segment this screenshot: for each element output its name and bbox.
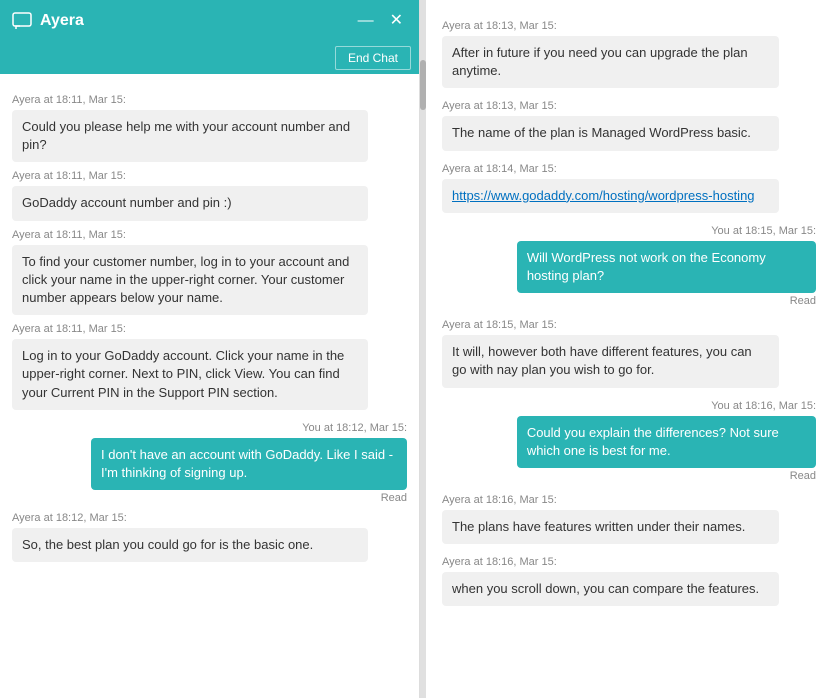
end-chat-button[interactable]: End Chat: [335, 46, 411, 70]
agent-message: The plans have features written under th…: [442, 510, 779, 544]
agent-message: It will, however both have different fea…: [442, 335, 779, 387]
user-message: Will WordPress not work on the Economy h…: [517, 241, 816, 293]
close-button[interactable]: ✕: [386, 11, 407, 31]
godaddy-link[interactable]: https://www.godaddy.com/hosting/wordpres…: [452, 188, 755, 203]
read-label: Read: [790, 470, 816, 482]
user-timestamp: You at 18:15, Mar 15:: [711, 225, 816, 237]
left-messages-area[interactable]: Ayera at 18:11, Mar 15: Could you please…: [0, 74, 419, 698]
chat-icon: [12, 12, 32, 30]
user-message-wrapper: You at 18:12, Mar 15: I don't have an ac…: [12, 414, 407, 504]
minimize-button[interactable]: —: [354, 11, 378, 31]
agent-message: To find your customer number, log in to …: [12, 245, 368, 316]
header-actions: — ✕: [354, 11, 407, 31]
chat-title: Ayera: [40, 12, 84, 30]
timestamp: Ayera at 18:16, Mar 15:: [442, 494, 816, 506]
user-message: Could you explain the differences? Not s…: [517, 416, 816, 468]
agent-message: So, the best plan you could go for is th…: [12, 528, 368, 562]
chat-header: Ayera — ✕: [0, 0, 419, 42]
timestamp: Ayera at 18:15, Mar 15:: [442, 319, 816, 331]
read-label: Read: [790, 295, 816, 307]
agent-message: GoDaddy account number and pin :): [12, 186, 368, 220]
timestamp: Ayera at 18:11, Mar 15:: [12, 94, 407, 106]
agent-message: Could you please help me with your accou…: [12, 110, 368, 162]
top-bar: End Chat: [0, 42, 419, 74]
timestamp: Ayera at 18:11, Mar 15:: [12, 229, 407, 241]
read-label: Read: [381, 492, 407, 504]
agent-message: Log in to your GoDaddy account. Click yo…: [12, 339, 368, 410]
user-timestamp: You at 18:12, Mar 15:: [302, 422, 407, 434]
user-message-wrapper: You at 18:16, Mar 15: Could you explain …: [442, 392, 816, 482]
agent-message-link: https://www.godaddy.com/hosting/wordpres…: [442, 179, 779, 213]
right-chat-panel[interactable]: Ayera at 18:13, Mar 15: After in future …: [426, 0, 832, 698]
user-timestamp: You at 18:16, Mar 15:: [711, 400, 816, 412]
timestamp: Ayera at 18:16, Mar 15:: [442, 556, 816, 568]
timestamp: Ayera at 18:11, Mar 15:: [12, 323, 407, 335]
agent-message: when you scroll down, you can compare th…: [442, 572, 779, 606]
user-message: I don't have an account with GoDaddy. Li…: [91, 438, 407, 490]
timestamp: Ayera at 18:11, Mar 15:: [12, 170, 407, 182]
agent-message: The name of the plan is Managed WordPres…: [442, 116, 779, 150]
timestamp: Ayera at 18:13, Mar 15:: [442, 100, 816, 112]
timestamp: Ayera at 18:12, Mar 15:: [12, 512, 407, 524]
timestamp: Ayera at 18:13, Mar 15:: [442, 20, 816, 32]
left-chat-panel: Ayera — ✕ End Chat Ayera at 18:11, Mar 1…: [0, 0, 420, 698]
user-message-wrapper: You at 18:15, Mar 15: Will WordPress not…: [442, 217, 816, 307]
agent-message: After in future if you need you can upgr…: [442, 36, 779, 88]
header-left: Ayera: [12, 12, 84, 30]
timestamp: Ayera at 18:14, Mar 15:: [442, 163, 816, 175]
